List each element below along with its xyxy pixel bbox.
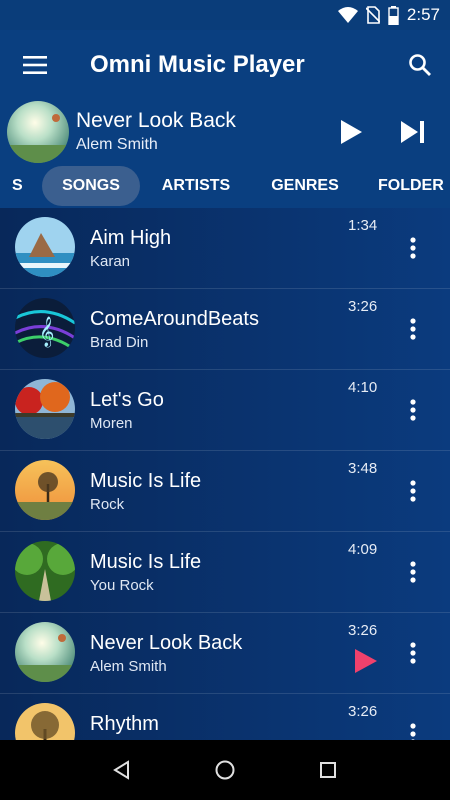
album-art — [15, 622, 75, 682]
song-artist: Brad Din — [90, 334, 149, 351]
song-row[interactable]: Aim High Karan 1:34 — [0, 208, 450, 289]
home-icon[interactable] — [195, 740, 255, 800]
song-title: Music Is Life — [90, 470, 202, 492]
song-title: Aim High — [90, 227, 172, 249]
song-duration: 4:09 — [348, 541, 378, 558]
song-list[interactable]: Aim High Karan 1:34 𝄞 ComeAroundBeats Br… — [0, 208, 450, 740]
tab-bar: S SONGS ARTISTS GENRES FOLDER — [0, 164, 450, 208]
app-title: Omni Music Player — [90, 51, 305, 78]
no-sim-icon — [365, 6, 380, 24]
song-artist: Karan — [90, 253, 131, 270]
more-options-icon[interactable] — [398, 309, 428, 349]
song-title: ComeAroundBeats — [90, 308, 259, 330]
album-art — [15, 379, 75, 439]
tab-partial[interactable]: S — [0, 166, 30, 206]
song-duration: 3:26 — [348, 622, 378, 639]
now-playing-indicator-icon — [352, 647, 380, 675]
song-row[interactable]: Rhythm 3:26 — [0, 694, 450, 740]
album-art — [15, 703, 75, 740]
search-icon[interactable] — [390, 30, 450, 100]
wifi-icon — [337, 7, 358, 23]
more-options-icon[interactable] — [398, 552, 428, 592]
song-artist: You Rock — [90, 577, 154, 594]
now-playing-title: Never Look Back — [76, 109, 236, 132]
skip-next-icon[interactable] — [382, 101, 444, 163]
song-duration: 1:34 — [348, 217, 378, 234]
more-options-icon[interactable] — [398, 633, 428, 673]
tab-artists[interactable]: ARTISTS — [148, 166, 244, 206]
song-artist: Alem Smith — [90, 658, 167, 675]
more-options-icon[interactable] — [398, 471, 428, 511]
song-artist: Rock — [90, 496, 125, 513]
recents-icon[interactable] — [298, 740, 358, 800]
more-options-icon[interactable] — [398, 390, 428, 430]
song-row-playing[interactable]: Never Look Back Alem Smith 3:26 — [0, 613, 450, 694]
now-playing-bar[interactable]: Never Look Back Alem Smith — [0, 100, 450, 164]
system-nav-bar — [0, 740, 450, 800]
tab-songs[interactable]: SONGS — [42, 166, 140, 206]
play-icon[interactable] — [320, 101, 382, 163]
album-art — [15, 460, 75, 520]
tab-folders[interactable]: FOLDER — [368, 166, 450, 206]
song-duration: 4:10 — [348, 379, 378, 396]
more-options-icon[interactable] — [398, 714, 428, 740]
song-title: Music Is Life — [90, 551, 202, 573]
album-art — [15, 217, 75, 277]
svg-text:𝄞: 𝄞 — [39, 316, 54, 348]
song-row[interactable]: Music Is Life Rock 3:48 — [0, 451, 450, 532]
back-icon[interactable] — [92, 740, 152, 800]
status-time: 2:57 — [406, 5, 440, 24]
hamburger-menu-icon[interactable] — [0, 30, 70, 100]
song-artist: Moren — [90, 415, 133, 432]
song-title: Let's Go — [90, 389, 164, 411]
song-duration: 3:26 — [348, 703, 378, 720]
battery-icon — [388, 5, 399, 25]
song-title: Never Look Back — [90, 632, 243, 654]
more-options-icon[interactable] — [398, 228, 428, 268]
tab-genres[interactable]: GENRES — [260, 166, 350, 206]
now-playing-album-art — [7, 101, 69, 163]
song-duration: 3:48 — [348, 460, 378, 477]
status-bar: 2:57 — [0, 0, 450, 30]
song-row[interactable]: 𝄞 ComeAroundBeats Brad Din 3:26 — [0, 289, 450, 370]
app-bar: Omni Music Player — [0, 30, 450, 100]
album-art — [15, 541, 75, 601]
song-row[interactable]: Music Is Life You Rock 4:09 — [0, 532, 450, 613]
song-duration: 3:26 — [348, 298, 378, 315]
now-playing-artist: Alem Smith — [76, 136, 158, 153]
album-art: 𝄞 — [15, 298, 75, 358]
song-title: Rhythm — [90, 713, 159, 735]
song-row[interactable]: Let's Go Moren 4:10 — [0, 370, 450, 451]
